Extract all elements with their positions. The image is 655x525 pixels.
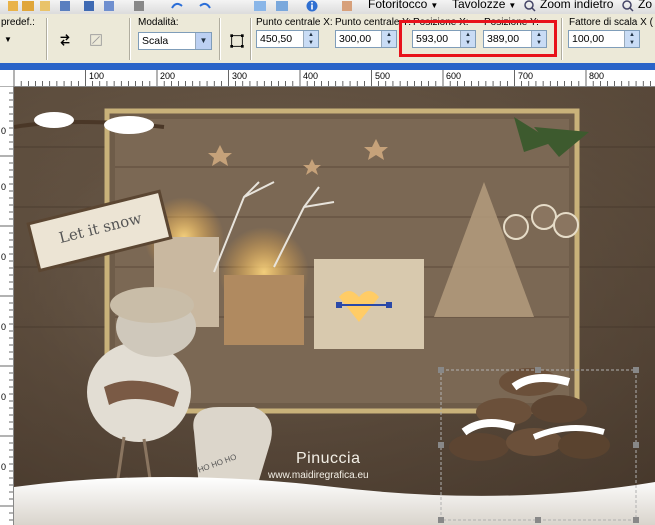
ruler-label: 0 [1,392,7,402]
spinner-icon[interactable]: ▲ ▼ [624,31,639,47]
chevron-down-icon[interactable]: ▼ [195,33,211,49]
scala-x-value: 100,00 [572,33,605,45]
zoom-out-icon[interactable] [524,0,536,12]
image-window-titlebar[interactable] [0,63,655,70]
zoom-in-icon[interactable] [622,0,634,12]
ruler-label: 0 [1,126,7,136]
ruler-label: 500 [375,71,391,81]
modalita-select[interactable]: Scala ▼ [138,32,212,50]
centro-y-field[interactable]: 300,00 ▲ ▼ [335,30,397,48]
highlight-box [399,20,557,57]
ruler-label: 0 [1,252,7,262]
menu-fotoritocco[interactable]: Fotoritocco ▼ [368,0,438,11]
watermark-url: www.maidiregrafica.eu [268,470,369,481]
ruler-label: 700 [518,71,534,81]
separator [219,18,221,60]
ruler-label: 0 [1,462,7,472]
ruler-label: 300 [232,71,248,81]
separator [561,18,563,60]
scala-x-field[interactable]: 100,00 ▲ ▼ [568,30,640,48]
modalita-label: Modalità: [138,17,179,28]
undo-redo-icons[interactable] [170,0,218,12]
spinner-icon[interactable]: ▲ ▼ [303,31,318,47]
layer-icons[interactable] [252,0,292,12]
centro-x-label: Punto centrale X: [256,17,333,28]
vertical-ruler[interactable]: 0 0 0 0 0 0 [0,86,14,525]
top-toolbar: Fotoritocco ▼ Tavolozze ▼ Zoom indietro Zo [0,0,655,15]
ruler-label: 800 [589,71,605,81]
ruler-label: 400 [303,71,319,81]
centro-x-field[interactable]: 450,50 ▲ ▼ [256,30,319,48]
preset-dropdown-icon[interactable]: ▼ [4,35,12,44]
scala-x-label: Fattore di scala X ( [569,17,653,28]
centro-x-value: 450,50 [260,33,293,45]
separator [129,18,131,60]
info-icon[interactable] [306,0,318,12]
separator [250,18,252,60]
ruler-label: 0 [1,182,7,192]
ruler-label: 100 [89,71,105,81]
bounding-box-icon[interactable] [228,32,246,50]
ruler-label: 0 [1,322,7,332]
zoom-out-label[interactable]: Zoom indietro [540,0,613,11]
preset-label: predef.: [1,17,35,28]
modalita-value: Scala [142,35,169,47]
centro-y-value: 300,00 [339,33,372,45]
deform-icon[interactable] [87,31,105,49]
photo-fix-icon[interactable] [341,0,353,12]
zoom-in-label[interactable]: Zo [638,0,652,11]
separator [46,18,48,60]
ruler-label: 200 [160,71,176,81]
horizontal-ruler[interactable]: 100 200 300 400 500 600 700 800 [0,70,655,87]
menu-tavolozze[interactable]: Tavolozze ▼ [452,0,516,11]
file-icons[interactable] [8,0,128,12]
ruler-ticks [0,86,13,521]
spinner-icon[interactable]: ▲ ▼ [381,31,396,47]
print-icon[interactable] [133,0,145,12]
watermark-name: Pinuccia [296,450,361,467]
reset-icon[interactable] [56,31,74,49]
preset-label-top [0,0,3,11]
ruler-label: 600 [446,71,462,81]
